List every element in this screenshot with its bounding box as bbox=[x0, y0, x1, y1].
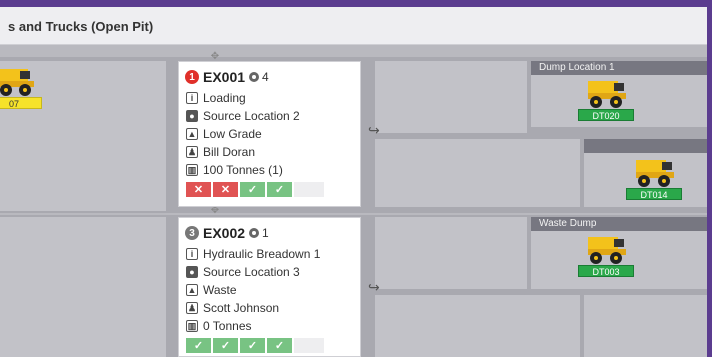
excavator-card-ex001[interactable]: 1 EX001 4 i Loading ● Source Location 2 … bbox=[178, 61, 361, 207]
equipment-id: EX002 bbox=[203, 225, 246, 241]
check-fail-icon[interactable]: ✕ bbox=[213, 182, 238, 197]
card-header: 1 EX001 4 bbox=[185, 68, 269, 86]
check-empty-slot bbox=[294, 182, 324, 197]
operator-row: ♟ Bill Doran bbox=[186, 144, 255, 160]
tonnes-value: 0 Tonnes bbox=[203, 319, 252, 333]
truck-dt020[interactable]: DT020 bbox=[578, 79, 634, 121]
check-empty-slot bbox=[294, 338, 324, 353]
title-bar: s and Trucks (Open Pit) bbox=[0, 7, 707, 45]
fleet-window: s and Trucks (Open Pit) ✥ ✥ 1 EX001 4 i bbox=[0, 7, 707, 357]
truck-dt003[interactable]: DT003 bbox=[578, 235, 634, 277]
activity-value: Hydraulic Breadown 1 bbox=[203, 247, 321, 261]
location-row: ● Source Location 3 bbox=[186, 264, 300, 280]
truck-id-tag: DT020 bbox=[578, 109, 634, 121]
truck-id-tag: 07 bbox=[0, 97, 42, 109]
activity-row: i Loading bbox=[186, 90, 246, 106]
check-pass-icon[interactable]: ✓ bbox=[267, 182, 292, 197]
window-title: s and Trucks (Open Pit) bbox=[8, 19, 154, 34]
dump-truck-icon bbox=[636, 160, 674, 187]
queue-panel-5 bbox=[584, 295, 707, 357]
material-mountain-icon: ▲ bbox=[186, 284, 198, 296]
queue-panel-2 bbox=[375, 139, 580, 207]
check-pass-icon[interactable]: ✓ bbox=[240, 182, 265, 197]
excavator-card-ex002[interactable]: 3 EX002 1 i Hydraulic Breadown 1 ● Sourc… bbox=[178, 217, 361, 357]
check-pass-icon[interactable]: ✓ bbox=[213, 338, 238, 353]
info-icon: i bbox=[186, 92, 198, 104]
truck-id-tag: DT003 bbox=[578, 265, 634, 277]
operator-person-icon: ♟ bbox=[186, 146, 198, 158]
gear-count-value: 4 bbox=[262, 70, 269, 84]
check-fail-icon[interactable]: ✕ bbox=[186, 182, 211, 197]
dump-truck-icon bbox=[588, 237, 626, 264]
tonnes-value: 100 Tonnes (1) bbox=[203, 163, 283, 177]
activity-value: Loading bbox=[203, 91, 246, 105]
return-arrow-icon: ↪ bbox=[368, 279, 380, 295]
queue-panel-4 bbox=[375, 295, 580, 357]
truck-07[interactable]: 07 bbox=[0, 67, 42, 109]
equipment-id: EX001 bbox=[203, 69, 246, 85]
truck-dt014[interactable]: DT014 bbox=[626, 158, 682, 200]
location-pin-icon: ● bbox=[186, 266, 198, 278]
material-value: Waste bbox=[203, 283, 237, 297]
checklist-row: ✕ ✕ ✓ ✓ bbox=[186, 182, 324, 197]
gear-count: 4 bbox=[249, 70, 269, 84]
gear-icon bbox=[249, 72, 260, 82]
material-value: Low Grade bbox=[203, 127, 262, 141]
check-pass-icon[interactable]: ✓ bbox=[186, 338, 211, 353]
material-mountain-icon: ▲ bbox=[186, 128, 198, 140]
material-row: ▲ Waste bbox=[186, 282, 237, 298]
checklist-row: ✓ ✓ ✓ ✓ bbox=[186, 338, 324, 353]
destination-label-blank bbox=[584, 139, 707, 153]
activity-row: i Hydraulic Breadown 1 bbox=[186, 246, 320, 262]
left-panel-bottom bbox=[0, 217, 166, 357]
dump-truck-icon bbox=[588, 81, 626, 108]
bar-chart-icon: ▥ bbox=[186, 164, 198, 176]
queue-panel-3 bbox=[375, 217, 527, 289]
operator-row: ♟ Scott Johnson bbox=[186, 300, 279, 316]
gear-count: 1 bbox=[249, 226, 269, 240]
location-value: Source Location 3 bbox=[203, 265, 300, 279]
gear-icon bbox=[249, 228, 260, 238]
gear-count-value: 1 bbox=[262, 226, 269, 240]
info-icon: i bbox=[186, 248, 198, 260]
operator-value: Bill Doran bbox=[203, 145, 256, 159]
operator-person-icon: ♟ bbox=[186, 302, 198, 314]
dump-truck-icon bbox=[0, 69, 34, 96]
tonnes-row: ▥ 100 Tonnes (1) bbox=[186, 162, 283, 178]
material-row: ▲ Low Grade bbox=[186, 126, 262, 142]
check-pass-icon[interactable]: ✓ bbox=[240, 338, 265, 353]
destination-label: Dump Location 1 bbox=[531, 61, 707, 75]
location-value: Source Location 2 bbox=[203, 109, 300, 123]
location-row: ● Source Location 2 bbox=[186, 108, 300, 124]
location-pin-icon: ● bbox=[186, 110, 198, 122]
truck-id-tag: DT014 bbox=[626, 188, 682, 200]
queue-panel-1 bbox=[375, 61, 527, 133]
alert-badge: 1 bbox=[185, 70, 199, 84]
card-header: 3 EX002 1 bbox=[185, 224, 269, 242]
queue-badge: 3 bbox=[185, 226, 199, 240]
operator-value: Scott Johnson bbox=[203, 301, 280, 315]
check-pass-icon[interactable]: ✓ bbox=[267, 338, 292, 353]
tonnes-row: ▥ 0 Tonnes bbox=[186, 318, 252, 334]
return-arrow-icon: ↪ bbox=[368, 122, 380, 138]
bar-chart-icon: ▥ bbox=[186, 320, 198, 332]
destination-label: Waste Dump bbox=[531, 217, 707, 231]
